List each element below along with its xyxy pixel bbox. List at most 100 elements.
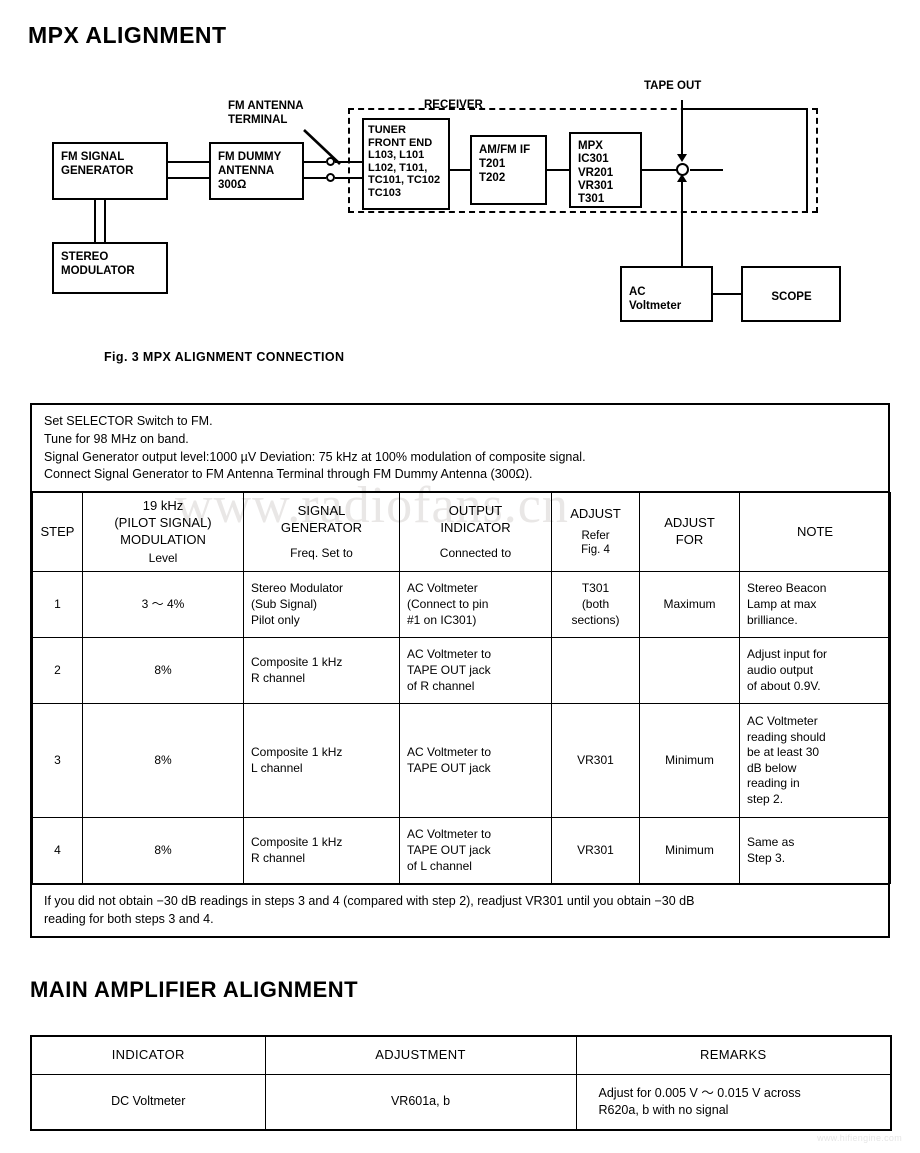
row4-indicator-l2: TAPE OUT jack (407, 842, 491, 857)
preamble-line-2: Tune for 98 MHz on band. (44, 431, 189, 446)
header-modulation-sub: Level (148, 550, 178, 565)
row4-generator: Composite 1 kHz R channel (243, 817, 400, 885)
wire-junction-right (690, 169, 723, 171)
header-adjust: ADJUST Refer Fig. 4 (551, 491, 640, 573)
header-output-indicator: OUTPUT INDICATOR Connected to (399, 491, 552, 573)
table-row: 1 3 ～ 4% Stereo Modulator (Sub Signal) P… (32, 571, 891, 639)
fm-dummy-antenna-line1: FM DUMMY (218, 151, 282, 163)
header-adjust-for-l1: ADJUST (664, 515, 715, 531)
header-step: STEP (32, 491, 83, 573)
row2-generator-l2: R channel (251, 670, 306, 685)
row4-adjust-for: Minimum (639, 817, 740, 885)
row1-modulation: 3 ～ 4% (82, 571, 244, 639)
row2-modulation: 8% (82, 637, 244, 705)
row4-note: Same as Step 3. (739, 817, 891, 885)
table-row: 2 8% Composite 1 kHz R channel AC Voltme… (32, 637, 891, 705)
block-fm-signal-generator: FM SIGNAL GENERATOR (52, 142, 168, 200)
mpx-alignment-block-diagram: FM ANTENNA TERMINAL RECEIVER TAPE OUT FM… (0, 70, 920, 345)
fm-dummy-antenna-line3: 300Ω (218, 179, 247, 192)
fm-antenna-terminal-line2: TERMINAL (228, 113, 288, 126)
preamble-line-4: Connect Signal Generator to FM Antenna T… (44, 467, 533, 482)
am-fm-if-line3: T202 (479, 172, 506, 185)
service-manual-page: www.radiofans.cn www.hifiengine.com MPX … (0, 0, 920, 1153)
antenna-terminal-dot-bottom (326, 173, 335, 182)
row3-generator: Composite 1 kHz L channel (243, 703, 400, 819)
preamble-line-1: Set SELECTOR Switch to FM. (44, 414, 213, 428)
ac-voltmeter-line2: Voltmeter (629, 300, 682, 313)
row3-note: AC Voltmeter reading should be at least … (739, 703, 891, 819)
amp-header-adjustment: ADJUSTMENT (264, 1035, 577, 1075)
amp-header-remarks: REMARKS (575, 1035, 892, 1075)
ac-voltmeter-line1: AC (629, 286, 646, 298)
header-note-l1: NOTE (796, 523, 834, 539)
header-step-l1: STEP (40, 523, 75, 539)
fm-signal-generator-line2: GENERATOR (61, 165, 134, 178)
header-modulation-l1: 19 kHz (142, 498, 184, 513)
row3-modulation: 8% (82, 703, 244, 819)
row3-note-l3: be at least 30 (747, 745, 820, 760)
header-adjust-l1: ADJUST (570, 506, 621, 522)
wire-tuner-to-if (449, 169, 471, 171)
amp-row1-indicator: DC Voltmeter (30, 1073, 266, 1131)
row1-adjust-for: Maximum (639, 571, 740, 639)
tuner-front-end-line3: L103, L101 (368, 149, 425, 162)
row1-generator-l2: (Sub Signal) (251, 596, 318, 611)
mpx-line5: T301 (578, 193, 605, 206)
wire-dummy-to-term-bot (304, 177, 326, 179)
mpx-steps-grid: STEP 19 kHz (PILOT SIGNAL) MODULATION Le… (32, 491, 891, 885)
row4-modulation: 8% (82, 817, 244, 885)
row3-adjust: VR301 (551, 703, 640, 819)
wire-gen-to-dummy-top (168, 161, 209, 163)
amp-header-indicator: INDICATOR (30, 1035, 266, 1075)
block-fm-dummy-antenna: FM DUMMY ANTENNA 300Ω (209, 142, 304, 200)
row2-generator-l1: Composite 1 kHz (251, 655, 343, 670)
row3-note-l1: AC Voltmeter (747, 713, 818, 728)
block-mpx: MPX IC301 VR201 VR301 T301 (569, 132, 642, 208)
label-receiver: RECEIVER (424, 99, 483, 111)
row1-generator-l1: Stereo Modulator (251, 581, 344, 596)
row4-adjust: VR301 (551, 817, 640, 885)
row4-indicator-l3: of L channel (407, 858, 472, 873)
header-signal-generator-l1: SIGNAL (297, 502, 346, 518)
block-scope: SCOPE (741, 266, 841, 322)
amp-grid: INDICATOR ADJUSTMENT REMARKS DC Voltmete… (30, 1035, 892, 1131)
amp-table-header-row: INDICATOR ADJUSTMENT REMARKS (30, 1035, 892, 1075)
fm-signal-generator-line1: FM SIGNAL (61, 151, 125, 163)
row1-generator-l3: Pilot only (251, 612, 300, 627)
fm-antenna-terminal-line1: FM ANTENNA (228, 100, 304, 112)
label-fm-antenna-terminal: FM ANTENNA TERMINAL (228, 100, 304, 128)
tuner-front-end-line6: TC103 (368, 186, 402, 199)
table-row: 3 8% Composite 1 kHz L channel AC Voltme… (32, 703, 891, 819)
footnote-line-2: reading for both steps 3 and 4. (44, 911, 214, 926)
header-note: NOTE (739, 491, 891, 573)
row3-note-l6: step 2. (747, 791, 784, 806)
antenna-terminal-pointer (303, 129, 341, 165)
tape-out-arrow-down (677, 154, 687, 162)
header-modulation-l3: MODULATION (120, 531, 206, 547)
header-signal-generator: SIGNAL GENERATOR Freq. Set to (243, 491, 400, 573)
stereo-modulator-line1: STEREO (61, 251, 109, 263)
watermark-hifiengine: www.hifiengine.com (817, 1133, 902, 1143)
header-signal-generator-sub: Freq. Set to (290, 545, 353, 560)
row2-note: Adjust input for audio output of about 0… (739, 637, 891, 705)
fm-dummy-antenna-line2: ANTENNA (218, 165, 275, 178)
row3-indicator-l1: AC Voltmeter to (407, 745, 492, 760)
row2-indicator-l2: TAPE OUT jack (407, 662, 491, 677)
row1-adjust-l2: (both (581, 596, 610, 611)
row1-indicator-l1: AC Voltmeter (407, 581, 478, 596)
am-fm-if-line1: AM/FM IF (479, 144, 531, 156)
header-output-indicator-l2: INDICATOR (440, 519, 511, 535)
row3-generator-l2: L channel (251, 760, 303, 775)
row1-step: 1 (32, 571, 83, 639)
wire-term-to-tuner-bot (335, 177, 363, 179)
stereo-modulator-line2: MODULATOR (61, 265, 135, 278)
wire-gen-to-mod-left (94, 200, 96, 242)
row3-indicator-l2: TAPE OUT jack (407, 760, 491, 775)
header-adjust-sub: Refer Fig. 4 (581, 530, 610, 557)
row3-note-l4: dB below (747, 760, 797, 775)
mpx-table-preamble: Set SELECTOR Switch to FM. Tune for 98 M… (32, 405, 888, 492)
row1-indicator-l2: (Connect to pin (407, 596, 489, 611)
row3-indicator: AC Voltmeter to TAPE OUT jack (399, 703, 552, 819)
row1-note-l3: brilliance. (747, 612, 798, 627)
row2-indicator-l1: AC Voltmeter to (407, 647, 492, 662)
